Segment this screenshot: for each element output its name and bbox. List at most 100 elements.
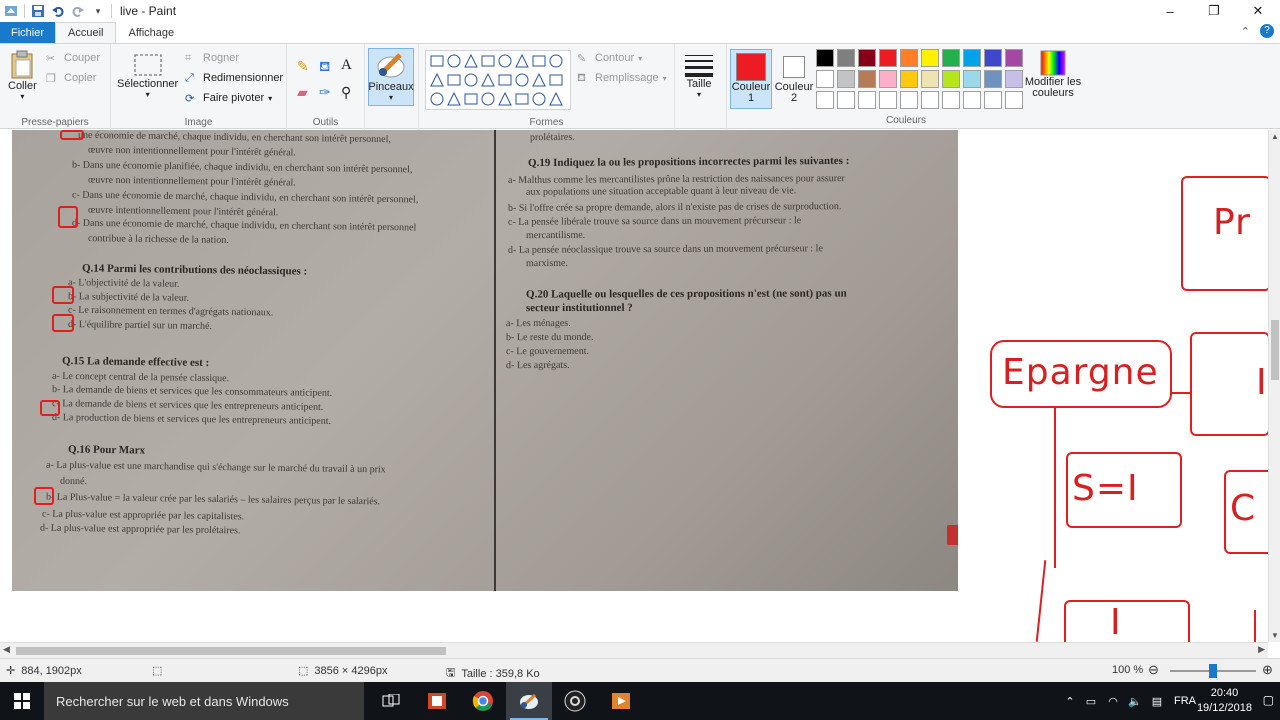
shape-option[interactable] [549,91,563,106]
scroll-down-icon[interactable]: ▼ [1269,631,1280,640]
save-icon[interactable] [31,4,45,18]
color1-button[interactable]: Couleur 1 [730,49,772,109]
vertical-scrollbar[interactable]: ▲ ▼ [1268,130,1280,642]
wifi-icon[interactable]: ◠ [1102,695,1124,708]
paint-app-icon[interactable] [4,4,18,18]
zoom-slider-thumb[interactable] [1209,664,1217,678]
shape-option[interactable] [447,74,461,86]
palette-swatch[interactable] [816,49,834,67]
shape-option[interactable] [549,54,563,68]
media-player-icon[interactable] [598,682,644,720]
shape-option[interactable] [447,91,461,106]
text-tool-icon[interactable]: A [341,57,352,74]
palette-swatch[interactable] [942,70,960,88]
palette-swatch[interactable] [942,91,960,109]
shape-option[interactable] [498,54,512,68]
eraser-icon[interactable]: ▰ [297,84,308,101]
shapes-gallery[interactable] [425,50,571,110]
palette-swatch[interactable] [837,70,855,88]
palette-swatch[interactable] [984,49,1002,67]
palette-swatch[interactable] [984,91,1002,109]
fill-button[interactable]: ⛾ Remplissage ▾ [577,72,667,84]
battery-icon[interactable]: ▭ [1080,695,1102,708]
palette-swatch[interactable] [963,91,981,109]
close-button[interactable]: ✕ [1236,0,1280,22]
size-button[interactable]: Taille ▾ [683,52,715,99]
palette-swatch[interactable] [921,49,939,67]
palette-swatch[interactable] [984,70,1002,88]
volume-icon[interactable]: 🔈 [1124,695,1146,708]
fill-bucket-icon[interactable]: ⛾ [319,58,330,77]
brushes-button[interactable]: Pinceaux ▾ [368,48,414,106]
shape-option[interactable] [430,72,444,87]
pasted-photo[interactable]: une économie de marché, chaque individu,… [12,130,958,591]
crop-button[interactable]: ⌗ Rogner [185,52,239,64]
collapse-ribbon-icon[interactable]: ⌃ [1241,25,1250,38]
select-button[interactable]: Sélectionner ▾ [117,52,178,99]
shape-option[interactable] [464,73,478,87]
scroll-thumb[interactable] [16,647,446,655]
shape-option[interactable] [532,72,546,87]
tray-expand-icon[interactable]: ⌃ [1060,695,1080,708]
color2-button[interactable]: Couleur 2 [774,49,814,109]
palette-swatch[interactable] [963,70,981,88]
undo-icon[interactable] [51,4,65,18]
chrome-icon[interactable] [460,682,506,720]
shape-option[interactable] [532,92,546,106]
palette-swatch[interactable] [858,91,876,109]
taskbar-search[interactable]: Rechercher sur le web et dans Windows [44,682,364,720]
shape-option[interactable] [549,74,563,86]
palette-swatch[interactable] [963,49,981,67]
shape-option[interactable] [498,91,512,106]
shape-option[interactable] [481,72,495,87]
cut-button[interactable]: ✂ Couper [46,52,100,65]
palette-swatch[interactable] [900,49,918,67]
shape-option[interactable] [515,93,529,105]
canvas[interactable]: une économie de marché, chaque individu,… [0,130,1268,642]
palette-swatch[interactable] [816,91,834,109]
scroll-right-icon[interactable]: ▶ [1258,644,1265,655]
action-center-icon[interactable]: ▢ [1263,693,1274,707]
palette-swatch[interactable] [921,70,939,88]
shape-option[interactable] [447,54,461,68]
notifications-icon[interactable]: ▤ [1146,695,1168,708]
palette-swatch[interactable] [879,49,897,67]
zoom-out-icon[interactable]: ⊖ [1148,662,1159,678]
shape-option[interactable] [464,53,478,68]
scroll-left-icon[interactable]: ◀ [3,644,10,655]
palette-swatch[interactable] [858,70,876,88]
paint-taskbar-icon[interactable] [506,682,552,720]
scroll-up-icon[interactable]: ▲ [1269,132,1280,141]
horizontal-scrollbar[interactable]: ◀ ▶ [0,642,1268,658]
canvas-area[interactable]: une économie de marché, chaque individu,… [0,130,1268,642]
palette-swatch[interactable] [900,91,918,109]
palette-swatch[interactable] [1005,70,1023,88]
shape-option[interactable] [532,55,546,67]
tab-view[interactable]: Affichage [116,22,186,43]
palette-swatch[interactable] [1005,49,1023,67]
minimize-button[interactable]: – [1148,0,1192,22]
scroll-thumb[interactable] [1271,320,1279,380]
palette-swatch[interactable] [879,91,897,109]
shape-option[interactable] [498,74,512,86]
start-button[interactable] [0,682,44,720]
office-app-icon[interactable] [414,682,460,720]
shape-option[interactable] [481,55,495,67]
palette-swatch[interactable] [879,70,897,88]
maximize-button[interactable]: ❐ [1192,0,1236,22]
shape-option[interactable] [464,93,478,105]
obs-icon[interactable] [552,682,598,720]
shape-option[interactable] [515,73,529,87]
palette-swatch[interactable] [942,49,960,67]
clock[interactable]: 20:40 19/12/2018 [1197,686,1252,716]
outline-button[interactable]: ✎ Contour ▾ [577,52,642,65]
palette-swatch[interactable] [858,49,876,67]
copy-button[interactable]: ❐ Copier [46,72,96,85]
tab-home[interactable]: Accueil [55,22,117,43]
palette-swatch[interactable] [816,70,834,88]
shape-option[interactable] [481,92,495,106]
customize-toolbar-icon[interactable]: ▾ [91,4,105,18]
color-picker-icon[interactable]: ✑ [319,84,331,101]
palette-swatch[interactable] [900,70,918,88]
redo-icon[interactable] [71,4,85,18]
